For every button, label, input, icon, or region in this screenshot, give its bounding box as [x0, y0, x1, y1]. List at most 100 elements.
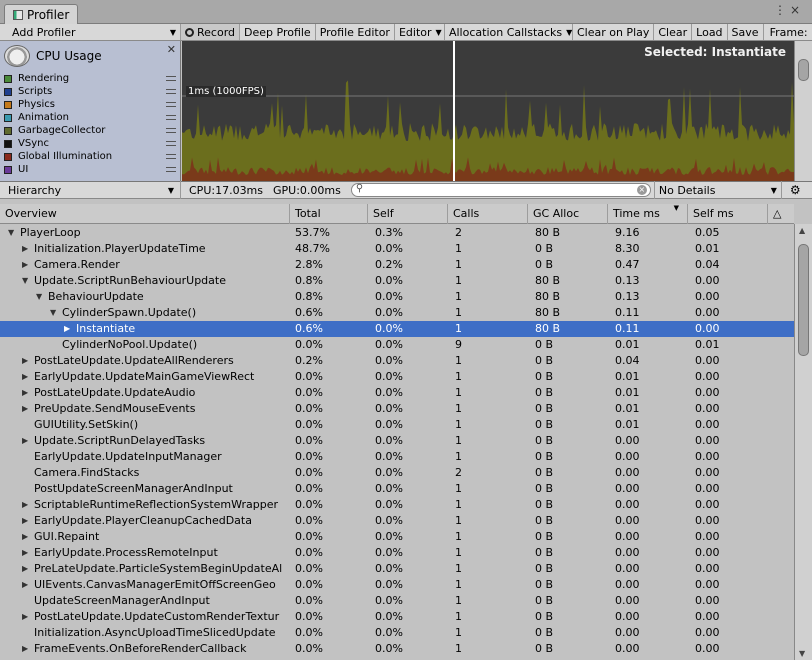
legend-swatch[interactable] — [4, 165, 12, 174]
gear-icon[interactable]: ⚙ — [790, 183, 801, 197]
legend-swatch[interactable] — [4, 113, 12, 122]
collapsed-arrow-icon[interactable]: ▶ — [22, 401, 28, 417]
collapsed-arrow-icon[interactable]: ▶ — [22, 433, 28, 449]
drag-handle-icon[interactable] — [166, 167, 176, 172]
column-gc-alloc[interactable]: GC Alloc — [528, 204, 608, 224]
table-row[interactable]: Initialization.AsyncUploadTimeSlicedUpda… — [0, 625, 794, 641]
table-row[interactable]: ▼ BehaviourUpdate 0.8% 0.0% 1 80 B 0.13 0.00 — [0, 289, 794, 305]
column-calls[interactable]: Calls — [448, 204, 528, 224]
add-profiler-dropdown[interactable]: Add Profiler ▼ — [0, 24, 181, 40]
legend-swatch[interactable] — [4, 139, 12, 148]
table-scrollbar-thumb[interactable] — [798, 244, 809, 356]
legend-swatch[interactable] — [4, 87, 12, 96]
table-row[interactable]: ▶ PostLateUpdate.UpdateAudio 0.0% 0.0% 1 0 B 0… — [0, 385, 794, 401]
collapsed-arrow-icon[interactable]: ▶ — [22, 561, 28, 577]
collapsed-arrow-icon[interactable]: ▶ — [64, 321, 70, 337]
drag-handle-icon[interactable] — [166, 141, 176, 146]
column-overview[interactable]: Overview — [0, 204, 290, 224]
legend-item[interactable]: GarbageCollector — [4, 124, 178, 137]
column-total[interactable]: Total — [290, 204, 368, 224]
collapsed-arrow-icon[interactable]: ▶ — [22, 497, 28, 513]
table-row[interactable]: ▶ PreLateUpdate.ParticleSystemBeginUpdate… — [0, 561, 794, 577]
profile-editor-button[interactable]: Profile Editor — [316, 24, 395, 40]
legend-swatch[interactable] — [4, 74, 12, 83]
drag-handle-icon[interactable] — [166, 154, 176, 159]
drag-handle-icon[interactable] — [166, 102, 176, 107]
table-row[interactable]: ▶ PostLateUpdate.UpdateAllRenderers 0.2% 0.… — [0, 353, 794, 369]
search-input[interactable]: ⚲ × — [350, 183, 651, 197]
load-button[interactable]: Load — [692, 24, 728, 40]
column-self[interactable]: Self — [368, 204, 448, 224]
legend-item[interactable]: Animation — [4, 111, 178, 124]
column-warnings[interactable]: △ — [768, 204, 794, 224]
table-row[interactable]: ▼ Update.ScriptRunBehaviourUpdate 0.8% 0.0%… — [0, 273, 794, 289]
table-row[interactable]: ▶ EarlyUpdate.ProcessRemoteInput 0.0% 0.0% 1… — [0, 545, 794, 561]
scroll-up-icon[interactable]: ▲ — [799, 226, 805, 235]
scroll-down-icon[interactable]: ▼ — [799, 649, 805, 658]
table-row[interactable]: ▶ PostLateUpdate.UpdateCustomRenderTextur… — [0, 609, 794, 625]
collapsed-arrow-icon[interactable]: ▶ — [22, 241, 28, 257]
table-row[interactable]: ▶ Update.ScriptRunDelayedTasks 0.0% 0.0% 1 0 … — [0, 433, 794, 449]
graph-scrollbar-thumb[interactable] — [798, 59, 809, 81]
table-row[interactable]: CylinderNoPool.Update() 0.0% 0.0% 9 0 B 0.01 0… — [0, 337, 794, 353]
table-row[interactable]: ▶ EarlyUpdate.PlayerCleanupCachedData 0.0%… — [0, 513, 794, 529]
collapsed-arrow-icon[interactable]: ▶ — [22, 353, 28, 369]
table-row[interactable]: ▼ PlayerLoop 53.7% 0.3% 2 80 B 9.16 0.05 — [0, 225, 794, 241]
expanded-arrow-icon[interactable]: ▼ — [36, 289, 42, 305]
table-row[interactable]: ▶ PreUpdate.SendMouseEvents 0.0% 0.0% 1 0 B 0.… — [0, 401, 794, 417]
tab-profiler[interactable]: Profiler — [4, 4, 79, 24]
clear-on-play-button[interactable]: Clear on Play — [573, 24, 655, 40]
table-row[interactable]: ▶ UIEvents.CanvasManagerEmitOffScreenGeo 0… — [0, 577, 794, 593]
table-row-selected[interactable]: ▶ Instantiate 0.6% 0.0% 1 80 B 0.11 0.00 — [0, 321, 794, 337]
legend-swatch[interactable] — [4, 100, 12, 109]
save-button[interactable]: Save — [728, 24, 764, 40]
allocation-callstacks-dropdown[interactable]: Allocation Callstacks ▼ — [445, 24, 573, 40]
table-scrollbar[interactable]: ▲ ▼ — [794, 224, 812, 660]
clear-button[interactable]: Clear — [654, 24, 693, 40]
table-row[interactable]: PostUpdateScreenManagerAndInput 0.0% 0.0% 1… — [0, 481, 794, 497]
drag-handle-icon[interactable] — [166, 89, 176, 94]
record-button[interactable]: Record — [181, 24, 241, 40]
collapsed-arrow-icon[interactable]: ▶ — [22, 545, 28, 561]
collapsed-arrow-icon[interactable]: ▶ — [22, 369, 28, 385]
collapsed-arrow-icon[interactable]: ▶ — [22, 529, 28, 545]
expanded-arrow-icon[interactable]: ▼ — [50, 305, 56, 321]
cpu-usage-graph[interactable]: 1ms (1000FPS) Selected: Instantiate — [182, 41, 794, 181]
close-icon[interactable]: ✕ — [167, 43, 176, 56]
table-row[interactable]: ▶ Camera.Render 2.8% 0.2% 1 0 B 0.47 0.04 — [0, 257, 794, 273]
table-row[interactable]: ▶ EarlyUpdate.UpdateMainGameViewRect 0.0% 0… — [0, 369, 794, 385]
window-menu-icon[interactable]: ⋮ — [774, 3, 786, 17]
table-row[interactable]: UpdateScreenManagerAndInput 0.0% 0.0% 1 0 B 0… — [0, 593, 794, 609]
drag-handle-icon[interactable] — [166, 115, 176, 120]
table-row[interactable]: ▶ ScriptableRuntimeReflectionSystemWrappe… — [0, 497, 794, 513]
graph-scrollbar[interactable] — [794, 41, 812, 181]
legend-item[interactable]: Scripts — [4, 85, 178, 98]
legend-item[interactable]: VSync — [4, 137, 178, 150]
collapsed-arrow-icon[interactable]: ▶ — [22, 641, 28, 657]
table-row[interactable]: EarlyUpdate.UpdateInputManager 0.0% 0.0% 1 0… — [0, 449, 794, 465]
table-row[interactable]: ▶ FrameEvents.OnBeforeRenderCallback 0.0% 0… — [0, 641, 794, 657]
collapsed-arrow-icon[interactable]: ▶ — [22, 385, 28, 401]
legend-swatch[interactable] — [4, 152, 12, 161]
table-row[interactable]: ▶ GUI.Repaint 0.0% 0.0% 1 0 B 0.00 0.00 — [0, 529, 794, 545]
table-row[interactable]: ▼ CylinderSpawn.Update() 0.6% 0.0% 1 80 B 0.11… — [0, 305, 794, 321]
drag-handle-icon[interactable] — [166, 76, 176, 81]
legend-swatch[interactable] — [4, 126, 12, 135]
editor-dropdown[interactable]: Editor ▼ — [395, 24, 445, 40]
legend-item[interactable]: Rendering — [4, 72, 178, 85]
details-dropdown[interactable]: No Details ▼ — [653, 181, 782, 199]
collapsed-arrow-icon[interactable]: ▶ — [22, 513, 28, 529]
deep-profile-button[interactable]: Deep Profile — [240, 24, 316, 40]
column-self-ms[interactable]: Self ms — [688, 204, 768, 224]
column-time-ms[interactable]: Time ms ▼ — [608, 204, 688, 224]
legend-item[interactable]: Physics — [4, 98, 178, 111]
legend-item[interactable]: Global Illumination — [4, 150, 178, 163]
drag-handle-icon[interactable] — [166, 128, 176, 133]
table-row[interactable]: GUIUtility.SetSkin() 0.0% 0.0% 1 0 B 0.01 0.00 — [0, 417, 794, 433]
window-close-icon[interactable]: × — [790, 3, 800, 17]
table-row[interactable]: Camera.FindStacks 0.0% 0.0% 2 0 B 0.00 0.00 — [0, 465, 794, 481]
table-row[interactable]: ▶ Initialization.PlayerUpdateTime 48.7% 0.0… — [0, 241, 794, 257]
collapsed-arrow-icon[interactable]: ▶ — [22, 257, 28, 273]
collapsed-arrow-icon[interactable]: ▶ — [22, 577, 28, 593]
legend-item[interactable]: UI — [4, 163, 178, 176]
